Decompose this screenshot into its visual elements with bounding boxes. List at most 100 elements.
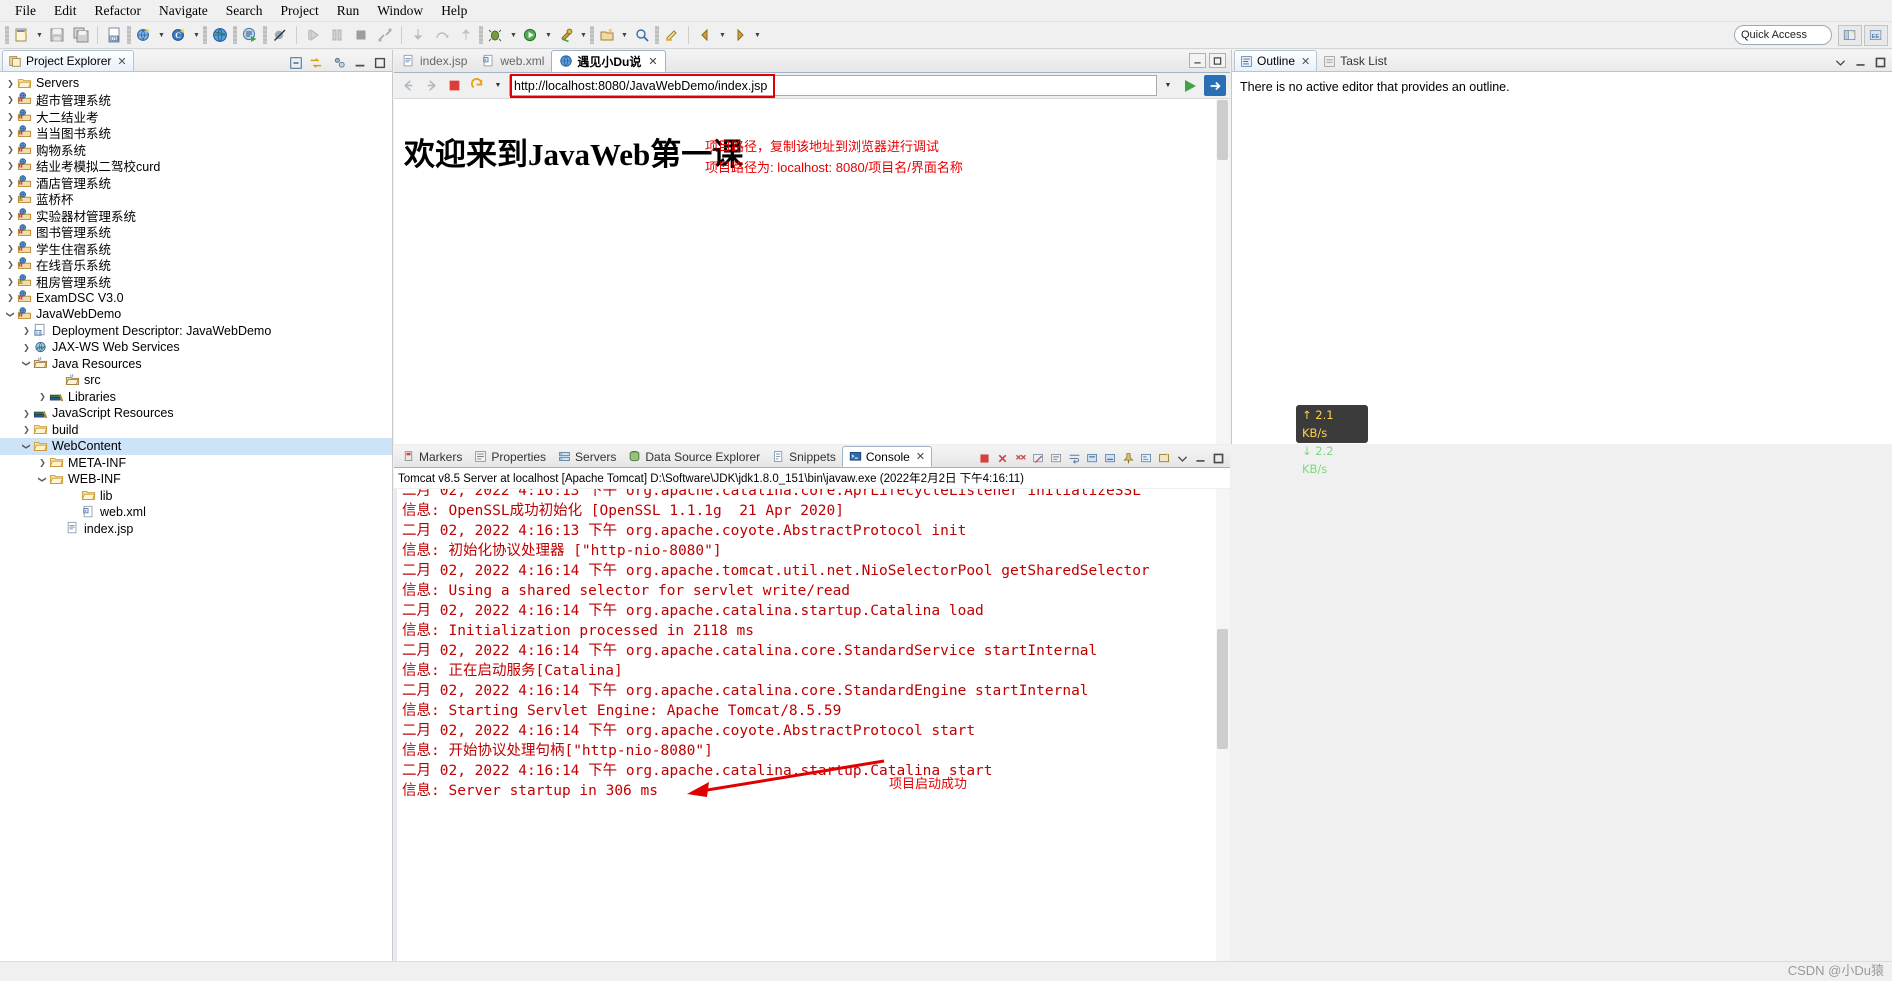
tree-item-WEB-INF[interactable]: ❯ WEB-INF bbox=[0, 471, 392, 488]
tree-item-index.jsp[interactable]: index.jsp bbox=[0, 521, 392, 538]
new-java-package-icon[interactable] bbox=[596, 24, 618, 46]
new-jsp-file-icon[interactable]: 010 bbox=[103, 24, 125, 46]
url-dropdown-icon[interactable]: ▼ bbox=[1160, 82, 1176, 89]
chevron-right-icon[interactable]: ❯ bbox=[4, 161, 17, 170]
console-tab-properties[interactable]: Properties bbox=[468, 446, 552, 467]
step-return-icon[interactable] bbox=[455, 24, 477, 46]
menu-run[interactable]: Run bbox=[328, 1, 369, 21]
tree-item-[interactable]: ❯ J 学生住宿系统 bbox=[0, 240, 392, 257]
editor-tab-2[interactable]: 遇见小Du说 ✕ bbox=[551, 50, 666, 72]
console-vertical-scrollbar[interactable] bbox=[1216, 489, 1230, 963]
minimize-icon[interactable] bbox=[351, 54, 369, 71]
new-class-dropdown-icon[interactable]: ▼ bbox=[191, 24, 202, 46]
chevron-right-icon[interactable]: ❯ bbox=[20, 343, 33, 352]
menu-navigate[interactable]: Navigate bbox=[150, 1, 217, 21]
chevron-right-icon[interactable]: ❯ bbox=[36, 392, 49, 401]
step-over-icon[interactable] bbox=[431, 24, 453, 46]
tree-item-META-INF[interactable]: ❯ META-INF bbox=[0, 455, 392, 472]
chevron-right-icon[interactable]: ❯ bbox=[4, 293, 17, 302]
step-into-icon[interactable] bbox=[407, 24, 429, 46]
back-dropdown-icon[interactable]: ▼ bbox=[717, 24, 728, 46]
chevron-right-icon[interactable]: ❯ bbox=[4, 178, 17, 187]
terminate-icon[interactable] bbox=[350, 24, 372, 46]
view-menu-icon[interactable] bbox=[1831, 54, 1849, 71]
forward-dropdown-icon[interactable]: ▼ bbox=[752, 24, 763, 46]
chevron-down-icon[interactable]: ❯ bbox=[22, 357, 31, 370]
menu-search[interactable]: Search bbox=[217, 1, 272, 21]
word-wrap-icon[interactable] bbox=[1066, 450, 1083, 467]
console-tab-console[interactable]: Console ✕ bbox=[841, 446, 933, 467]
tree-item-[interactable]: ❯ J 在线音乐系统 bbox=[0, 257, 392, 273]
tree-item-[interactable]: ❯! 租房管理系统 bbox=[0, 273, 392, 290]
menu-help[interactable]: Help bbox=[432, 1, 476, 21]
new-web-project-dropdown-icon[interactable]: ▼ bbox=[156, 24, 167, 46]
project-tree[interactable]: ❯ Servers ❯ J 超市管理系统 ❯ J 大二结业考 ❯ J 当当图书系统 ❯ J 购物系统 ❯ J 结… bbox=[0, 72, 392, 961]
console-tab-snippets[interactable]: Snippets bbox=[766, 446, 842, 467]
tree-item-web.xml[interactable]: x web.xml bbox=[0, 504, 392, 521]
console-tab-servers[interactable]: Servers bbox=[552, 446, 622, 467]
view-menu-icon[interactable] bbox=[331, 54, 349, 71]
debug-dropdown-icon[interactable]: ▼ bbox=[508, 24, 519, 46]
new-java-package-dropdown-icon[interactable]: ▼ bbox=[619, 24, 630, 46]
back-arrow-icon[interactable] bbox=[398, 76, 418, 96]
right-panel-tab-0[interactable]: Outline ✕ bbox=[1234, 50, 1318, 71]
menu-refactor[interactable]: Refactor bbox=[86, 1, 150, 21]
clear-console-icon[interactable] bbox=[1030, 450, 1047, 467]
chevron-right-icon[interactable]: ❯ bbox=[20, 326, 33, 335]
run-dropdown-icon[interactable]: ▼ bbox=[543, 24, 554, 46]
chevron-right-icon[interactable]: ❯ bbox=[4, 260, 17, 269]
browser-url-bar[interactable]: http://localhost:8080/JavaWebDemo/index.… bbox=[509, 74, 1157, 98]
chevron-right-icon[interactable]: ❯ bbox=[36, 458, 49, 467]
search-icon[interactable] bbox=[631, 24, 653, 46]
minimize-icon[interactable] bbox=[1192, 450, 1209, 467]
remove-all-terminated-icon[interactable] bbox=[1012, 450, 1029, 467]
display-selected-console-icon[interactable] bbox=[1138, 450, 1155, 467]
chevron-right-icon[interactable]: ❯ bbox=[4, 79, 17, 88]
chevron-down-icon[interactable]: ❯ bbox=[38, 473, 47, 486]
terminate-icon[interactable] bbox=[976, 450, 993, 467]
new-web-project-icon[interactable] bbox=[133, 24, 155, 46]
back-icon[interactable] bbox=[694, 24, 716, 46]
scroll-lock-icon[interactable] bbox=[1048, 450, 1065, 467]
new-class-icon[interactable]: C bbox=[168, 24, 190, 46]
new-wizard-dropdown-icon[interactable]: ▼ bbox=[34, 24, 45, 46]
tree-item-JavaWebDemo[interactable]: ❯ J JavaWebDemo bbox=[0, 306, 392, 323]
toolbar-drag-handle[interactable] bbox=[655, 26, 659, 44]
chevron-right-icon[interactable]: ❯ bbox=[20, 425, 33, 434]
chevron-right-icon[interactable]: ❯ bbox=[4, 227, 17, 236]
toolbar-drag-handle[interactable] bbox=[5, 26, 9, 44]
tree-item-[interactable]: ❯ J 超市管理系统 bbox=[0, 92, 392, 108]
debug-icon[interactable] bbox=[485, 24, 507, 46]
maximize-icon[interactable] bbox=[371, 54, 389, 71]
new-wizard-icon[interactable] bbox=[11, 24, 33, 46]
menu-edit[interactable]: Edit bbox=[45, 1, 86, 21]
java-ee-perspective-icon[interactable]: EE bbox=[1864, 25, 1888, 46]
tree-item-[interactable]: ❯ J 实验器材管理系统 bbox=[0, 207, 392, 224]
editor-tab-0[interactable]: index.jsp bbox=[394, 50, 474, 72]
disconnect-icon[interactable] bbox=[374, 24, 396, 46]
run-on-server-icon[interactable] bbox=[239, 24, 261, 46]
tree-item-src[interactable]: src bbox=[0, 372, 392, 389]
console-tab-markers[interactable]: Markers bbox=[396, 446, 468, 467]
tree-item-Servers[interactable]: ❯ Servers bbox=[0, 75, 392, 92]
chevron-right-icon[interactable]: ❯ bbox=[4, 128, 17, 137]
open-web-browser-icon[interactable] bbox=[209, 24, 231, 46]
run-external-tools-dropdown-icon[interactable]: ▼ bbox=[578, 24, 589, 46]
show-console-on-output-icon[interactable] bbox=[1084, 450, 1101, 467]
tab-project-explorer[interactable]: Project Explorer ✕ bbox=[2, 50, 134, 71]
show-console-on-error-icon[interactable] bbox=[1102, 450, 1119, 467]
toolbar-drag-handle[interactable] bbox=[203, 26, 207, 44]
remove-launch-icon[interactable] bbox=[994, 450, 1011, 467]
close-icon[interactable]: ✕ bbox=[117, 55, 126, 68]
forward-icon[interactable] bbox=[729, 24, 751, 46]
save-icon[interactable] bbox=[46, 24, 68, 46]
chevron-right-icon[interactable]: ❯ bbox=[4, 277, 17, 286]
chevron-down-icon[interactable]: ❯ bbox=[22, 440, 31, 453]
chevron-right-icon[interactable]: ❯ bbox=[4, 244, 17, 253]
tree-item-[interactable]: ❯ J 大二结业考 bbox=[0, 108, 392, 125]
toolbar-drag-handle[interactable] bbox=[263, 26, 267, 44]
close-icon[interactable]: ✕ bbox=[1301, 55, 1310, 68]
refresh-icon[interactable] bbox=[467, 76, 487, 96]
right-panel-tab-1[interactable]: Task List bbox=[1317, 50, 1394, 71]
chevron-right-icon[interactable]: ❯ bbox=[4, 211, 17, 220]
